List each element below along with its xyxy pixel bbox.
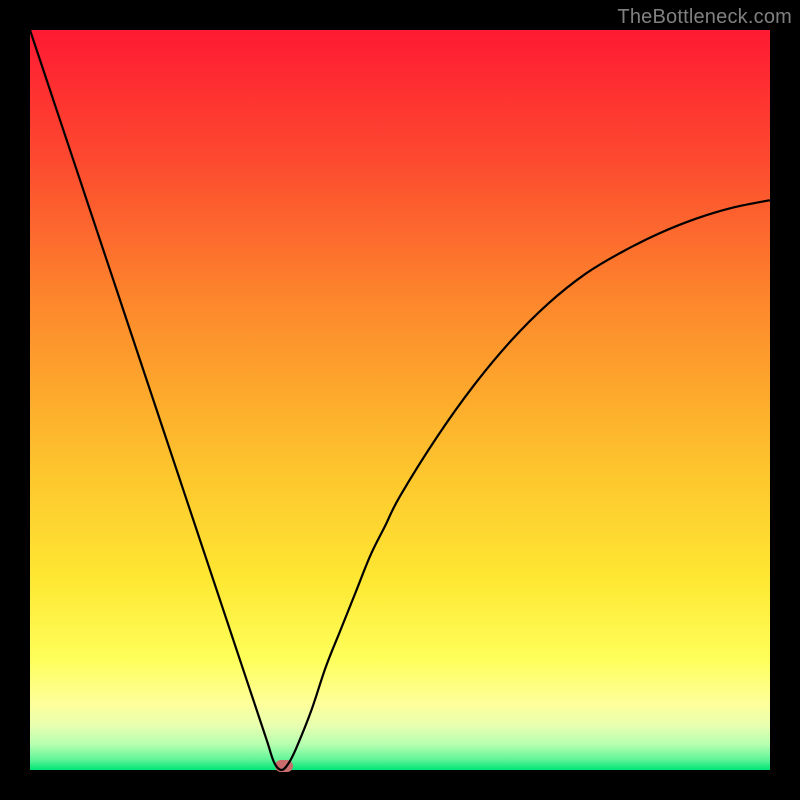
bottleneck-curve <box>30 30 770 770</box>
watermark-text: TheBottleneck.com <box>617 6 792 29</box>
chart-frame <box>30 30 770 770</box>
